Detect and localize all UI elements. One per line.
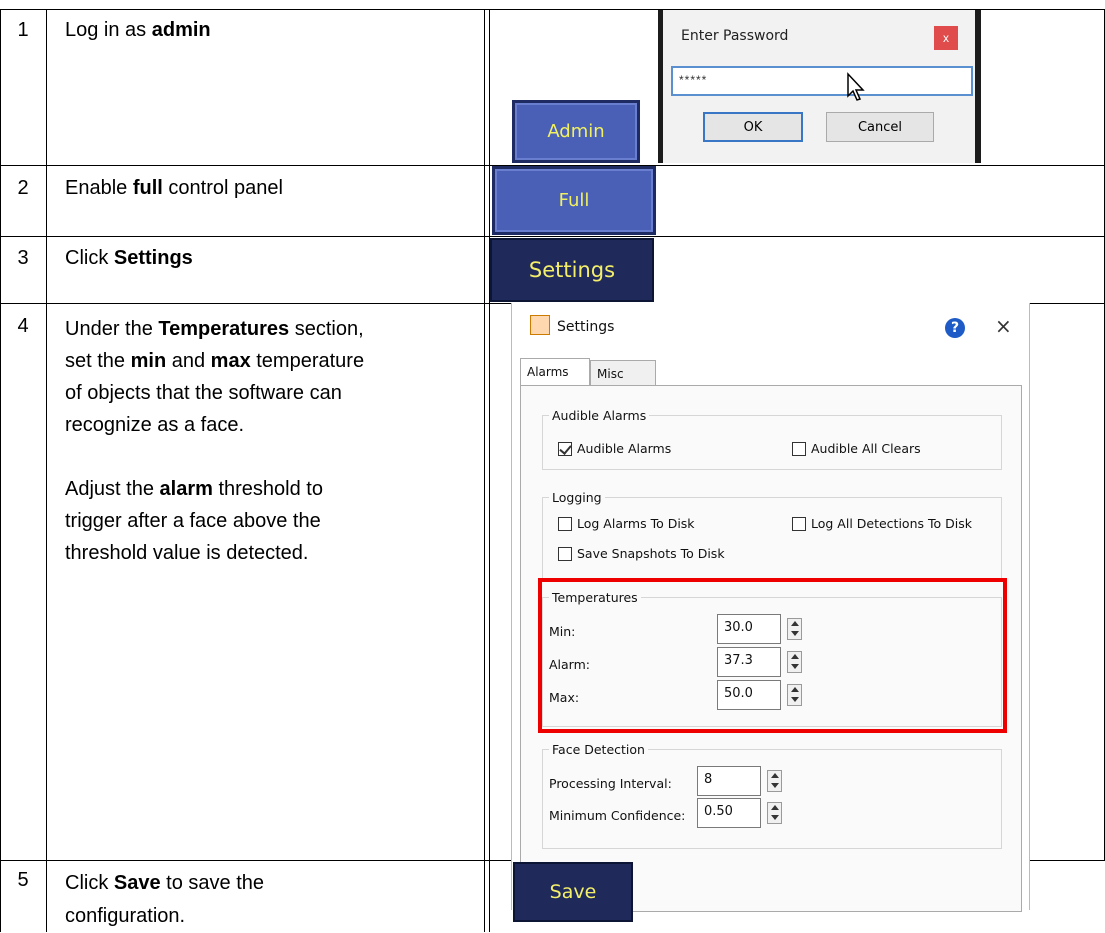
mouse-cursor-icon bbox=[847, 72, 865, 101]
step-text: Under the Temperatures section, set the m… bbox=[65, 313, 364, 569]
step-number: 3 bbox=[17, 247, 29, 269]
bold-text: Temperatures bbox=[158, 318, 290, 340]
table-col-divider bbox=[489, 9, 490, 932]
bold-text: max bbox=[210, 350, 251, 372]
table-border-left bbox=[0, 9, 1, 932]
temperatures-highlight-box bbox=[538, 578, 1007, 733]
close-icon[interactable]: x bbox=[934, 26, 958, 50]
password-dialog-body: Enter Password x ***** OK Cancel bbox=[663, 10, 975, 163]
text-span: Click bbox=[65, 872, 114, 894]
checkbox-label: Log Alarms To Disk bbox=[577, 516, 695, 531]
text-span: Enable bbox=[65, 177, 133, 199]
admin-button[interactable]: Admin bbox=[512, 100, 640, 163]
log-all-detections-checkbox[interactable] bbox=[792, 517, 806, 531]
bold-text: full bbox=[132, 177, 163, 199]
instruction-table: 1 Log in as admin 2 Enable full control … bbox=[0, 0, 1105, 932]
minimum-confidence-stepper[interactable]: 0.50 bbox=[697, 798, 787, 828]
stepper-value[interactable]: 0.50 bbox=[697, 798, 761, 828]
text-span: of objects that the software can bbox=[65, 382, 342, 404]
step-number: 1 bbox=[17, 19, 29, 41]
text-span: section, bbox=[289, 318, 364, 340]
password-dialog: Enter Password x ***** OK Cancel bbox=[658, 10, 981, 163]
group-label: Logging bbox=[549, 490, 605, 505]
checkbox-label: Audible All Clears bbox=[811, 441, 921, 456]
processing-interval-label: Processing Interval: bbox=[549, 776, 672, 791]
text-span: set the bbox=[65, 350, 131, 372]
text-span: control panel bbox=[162, 177, 283, 199]
tab-alarms[interactable]: Alarms bbox=[520, 358, 590, 386]
text-span: Adjust the bbox=[65, 478, 160, 500]
cancel-button[interactable]: Cancel bbox=[826, 112, 934, 142]
text-span: Log in as bbox=[65, 19, 152, 41]
step-text: Log in as admin bbox=[65, 17, 211, 43]
checkbox-label: Log All Detections To Disk bbox=[811, 516, 972, 531]
table-row-divider bbox=[0, 236, 1105, 237]
text-span: trigger after a face above the bbox=[65, 510, 321, 532]
group-label: Face Detection bbox=[549, 742, 648, 757]
text-span: temperature bbox=[250, 350, 365, 372]
step-number: 4 bbox=[17, 315, 29, 337]
save-button[interactable]: Save bbox=[513, 862, 633, 922]
text-span: configuration. bbox=[65, 905, 186, 927]
minimum-confidence-label: Minimum Confidence: bbox=[549, 808, 686, 823]
bold-text: min bbox=[130, 350, 167, 372]
audible-all-clears-checkbox[interactable] bbox=[792, 442, 806, 456]
bold-text: Settings bbox=[113, 247, 193, 269]
stepper-arrows-icon[interactable] bbox=[767, 770, 782, 792]
table-col-divider bbox=[46, 9, 47, 932]
processing-interval-stepper[interactable]: 8 bbox=[697, 766, 787, 796]
text-span: Under the bbox=[65, 318, 159, 340]
settings-button[interactable]: Settings bbox=[490, 238, 654, 302]
close-icon[interactable]: × bbox=[995, 314, 1012, 338]
tab-misc[interactable]: Misc bbox=[590, 360, 656, 386]
help-icon[interactable]: ? bbox=[945, 318, 965, 338]
password-input[interactable]: ***** bbox=[671, 66, 973, 96]
text-span: threshold value is detected. bbox=[65, 542, 309, 564]
password-dialog-title: Enter Password bbox=[681, 28, 789, 44]
stepper-arrows-icon[interactable] bbox=[767, 802, 782, 824]
text-span: and bbox=[166, 350, 211, 372]
step-number: 2 bbox=[17, 177, 29, 199]
ok-button[interactable]: OK bbox=[703, 112, 803, 142]
step-text: Click Settings bbox=[65, 245, 193, 271]
group-label: Audible Alarms bbox=[549, 408, 650, 423]
bold-text: Save bbox=[113, 872, 161, 894]
log-alarms-checkbox[interactable] bbox=[558, 517, 572, 531]
text-span: Click bbox=[65, 247, 114, 269]
step-text: Click Save to save the configuration. bbox=[65, 867, 264, 933]
stepper-value[interactable]: 8 bbox=[697, 766, 761, 796]
checkbox-label: Save Snapshots To Disk bbox=[577, 546, 725, 561]
table-col-divider bbox=[484, 9, 485, 932]
app-icon bbox=[530, 315, 550, 335]
text-span: threshold to bbox=[212, 478, 323, 500]
full-button[interactable]: Full bbox=[492, 166, 656, 235]
logging-group bbox=[542, 497, 1002, 580]
save-snapshots-checkbox[interactable] bbox=[558, 547, 572, 561]
audible-alarms-checkbox[interactable] bbox=[558, 442, 572, 456]
step-number: 5 bbox=[17, 869, 29, 891]
text-span: recognize as a face. bbox=[65, 414, 244, 436]
step-text: Enable full control panel bbox=[65, 175, 283, 201]
checkbox-label: Audible Alarms bbox=[577, 441, 672, 456]
bold-text: alarm bbox=[159, 478, 213, 500]
settings-window-title: Settings bbox=[557, 319, 615, 335]
text-span: to save the bbox=[160, 872, 265, 894]
bold-text: admin bbox=[151, 19, 211, 41]
